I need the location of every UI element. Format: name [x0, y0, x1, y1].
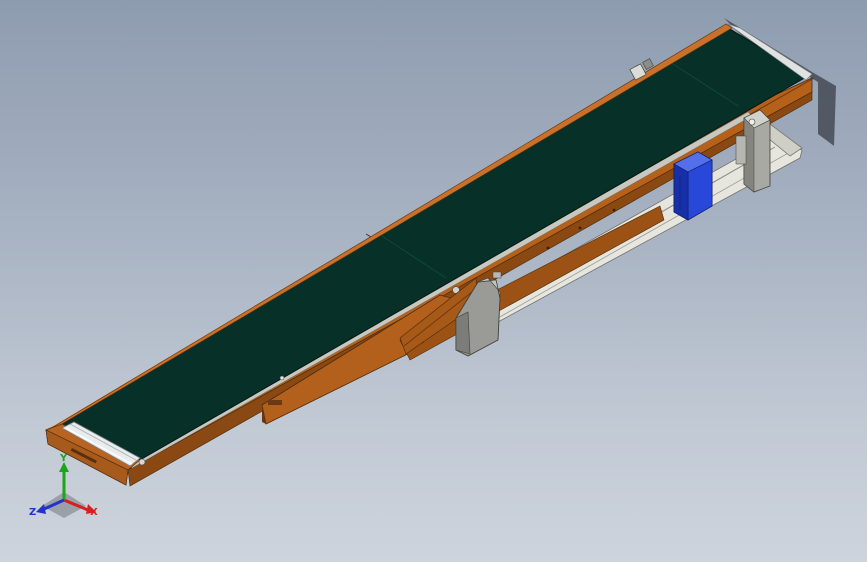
x-axis-label: X: [90, 507, 98, 518]
y-axis-label: Y: [59, 453, 68, 464]
cad-viewport[interactable]: X Y Z: [0, 0, 867, 562]
conveyor-belt[interactable]: [45, 23, 809, 471]
z-axis-label: Z: [29, 507, 36, 518]
drive-motor[interactable]: [673, 151, 713, 221]
belt-side-rail: [127, 111, 753, 469]
